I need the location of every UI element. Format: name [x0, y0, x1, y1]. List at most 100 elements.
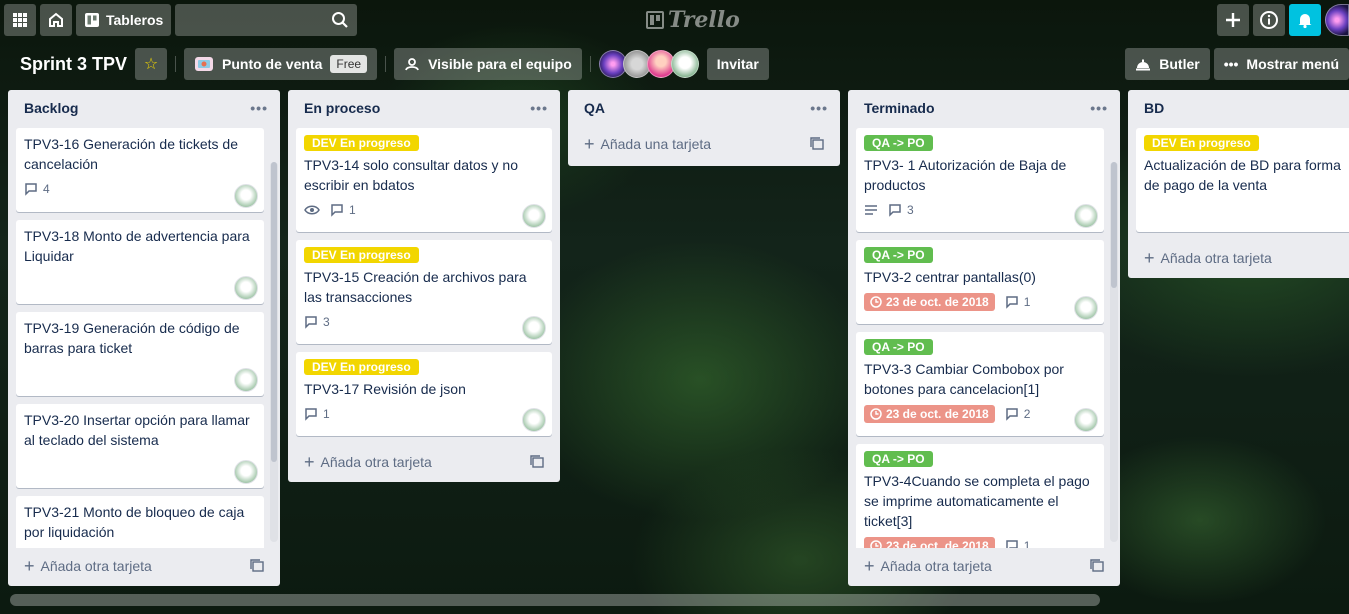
list-menu-icon[interactable]: •••: [250, 100, 268, 116]
list-menu-icon[interactable]: •••: [1090, 100, 1108, 116]
card-label: QA -> PO: [864, 339, 933, 355]
card[interactable]: DEV En progreso TPV3-17 Revisión de json…: [296, 352, 552, 436]
card-template-icon[interactable]: [530, 455, 544, 469]
card[interactable]: TPV3-20 Insertar opción para llamar al t…: [16, 404, 264, 488]
list-title[interactable]: En proceso: [304, 100, 380, 116]
comments-badge: 2: [1005, 407, 1030, 421]
member-avatar[interactable]: [234, 184, 258, 208]
add-card-button[interactable]: + Añada otra tarjeta: [8, 548, 280, 584]
card[interactable]: TPV3-16 Generación de tickets de cancela…: [16, 128, 264, 212]
card[interactable]: TPV3-21 Monto de bloqueo de caja por liq…: [16, 496, 264, 548]
search-input[interactable]: [175, 4, 358, 36]
board-horizontal-scrollbar[interactable]: [10, 594, 1100, 606]
member-avatar[interactable]: [1074, 408, 1098, 432]
add-card-label: Añada otra tarjeta: [1160, 250, 1272, 266]
comment-icon: [1005, 407, 1019, 421]
card-container: TPV3-16 Generación de tickets de cancela…: [8, 126, 280, 548]
member-avatar[interactable]: [522, 204, 546, 228]
card-title: TPV3-17 Revisión de json: [304, 381, 466, 397]
list-terminado: Terminado ••• QA -> PO TPV3- 1 Autorizac…: [848, 90, 1120, 586]
visibility-button[interactable]: Visible para el equipo: [394, 48, 582, 80]
butler-button[interactable]: Butler: [1125, 48, 1210, 80]
list-title[interactable]: BD: [1144, 100, 1164, 116]
star-icon: ☆: [143, 56, 159, 73]
add-card-label: Añada otra tarjeta: [880, 558, 992, 574]
invite-button[interactable]: Invitar: [706, 48, 769, 80]
card[interactable]: TPV3-19 Generación de código de barras p…: [16, 312, 264, 396]
clock-icon: [870, 540, 882, 548]
card[interactable]: QA -> PO TPV3-2 centrar pantallas(0) 23 …: [856, 240, 1104, 324]
list-scrollbar[interactable]: [1110, 162, 1118, 542]
card-title: TPV3-20 Insertar opción para llamar al t…: [24, 412, 250, 448]
visibility-label: Visible para el equipo: [428, 56, 572, 72]
card-label: QA -> PO: [864, 451, 933, 467]
comments-badge: 4: [24, 182, 50, 196]
card[interactable]: TPV3-18 Monto de advertencia para Liquid…: [16, 220, 264, 304]
plus-icon: [1225, 12, 1241, 28]
clock-icon: [870, 408, 882, 420]
apps-button[interactable]: [4, 4, 36, 36]
list-title[interactable]: QA: [584, 100, 605, 116]
description-badge: [864, 204, 878, 216]
due-date-badge[interactable]: 23 de oct. de 2018: [864, 405, 995, 423]
add-card-button[interactable]: + Añada una tarjeta: [568, 126, 840, 162]
butler-bell-icon: [1135, 57, 1151, 71]
comments-badge: 1: [1005, 295, 1030, 309]
comments-badge: 3: [888, 203, 914, 217]
card-template-icon[interactable]: [1090, 559, 1104, 573]
due-date: 23 de oct. de 2018: [886, 295, 989, 309]
boards-label: Tableros: [106, 12, 164, 28]
due-date-badge[interactable]: 23 de oct. de 2018: [864, 293, 995, 311]
list-scrollbar[interactable]: [270, 162, 278, 542]
card-title: TPV3-19 Generación de código de barras p…: [24, 320, 240, 356]
card-container: DEV En progreso TPV3-14 solo consultar d…: [288, 126, 560, 444]
card-title: TPV3-14 solo consultar datos y no escrib…: [304, 157, 519, 193]
list-menu-icon[interactable]: •••: [810, 100, 828, 116]
comment-icon: [1005, 295, 1019, 309]
list-title[interactable]: Backlog: [24, 100, 78, 116]
trello-logo[interactable]: Trello: [646, 7, 740, 33]
card-template-icon[interactable]: [810, 137, 824, 151]
add-card-button[interactable]: + Añada otra tarjeta: [848, 548, 1120, 584]
add-card-button[interactable]: + Añada otra tarjeta: [1128, 240, 1349, 276]
card[interactable]: DEV En progreso TPV3-15 Creación de arch…: [296, 240, 552, 344]
user-avatar[interactable]: [1325, 4, 1349, 36]
info-button[interactable]: [1253, 4, 1285, 36]
member-avatar[interactable]: [234, 276, 258, 300]
create-button[interactable]: [1217, 4, 1249, 36]
description-icon: [864, 204, 878, 216]
board-icon: [84, 12, 100, 28]
member-avatar[interactable]: [670, 50, 699, 78]
card-title: TPV3-4Cuando se completa el pago se impr…: [864, 473, 1090, 529]
card[interactable]: QA -> PO TPV3-4Cuando se completa el pag…: [856, 444, 1104, 548]
card[interactable]: QA -> PO TPV3- 1 Autorización de Baja de…: [856, 128, 1104, 232]
home-icon: [47, 11, 65, 29]
notifications-button[interactable]: [1289, 4, 1321, 36]
card-template-icon[interactable]: [250, 559, 264, 573]
list-menu-icon[interactable]: •••: [530, 100, 548, 116]
card[interactable]: QA -> PO TPV3-3 Cambiar Combobox por bot…: [856, 332, 1104, 436]
member-avatar[interactable]: [522, 316, 546, 340]
star-button[interactable]: ☆: [135, 48, 168, 80]
card[interactable]: DEV En progreso TPV3-14 solo consultar d…: [296, 128, 552, 232]
home-button[interactable]: [40, 4, 72, 36]
team-button[interactable]: Punto de venta Free: [184, 48, 378, 80]
clock-icon: [870, 296, 882, 308]
member-avatar[interactable]: [234, 368, 258, 392]
member-avatar[interactable]: [234, 460, 258, 484]
show-menu-button[interactable]: ••• Mostrar menú: [1213, 48, 1349, 80]
add-card-button[interactable]: + Añada otra tarjeta: [288, 444, 560, 480]
member-avatar[interactable]: [522, 408, 546, 432]
member-avatar[interactable]: [1074, 204, 1098, 228]
top-header: Tableros Trello: [0, 0, 1349, 40]
boards-button[interactable]: Tableros: [76, 4, 172, 36]
list-title[interactable]: Terminado: [864, 100, 935, 116]
due-date-badge[interactable]: 23 de oct. de 2018: [864, 537, 995, 548]
add-card-label: Añada otra tarjeta: [320, 454, 432, 470]
divider: [589, 56, 591, 72]
due-date: 23 de oct. de 2018: [886, 539, 989, 548]
board-title[interactable]: Sprint 3 TPV: [12, 54, 135, 75]
search-icon: [331, 11, 349, 29]
card[interactable]: DEV En progreso Actualización de BD para…: [1136, 128, 1349, 232]
member-avatar[interactable]: [1074, 296, 1098, 320]
